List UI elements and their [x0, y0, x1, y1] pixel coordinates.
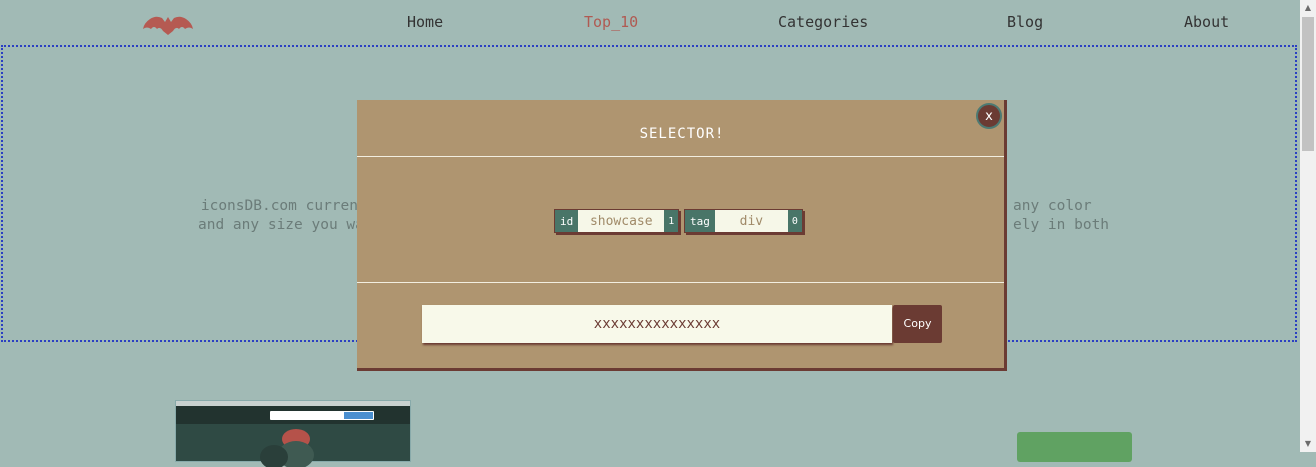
- nav-link-home[interactable]: Home: [407, 13, 443, 31]
- showcase-text-left-line2: and any size you wa: [198, 217, 364, 233]
- divider-top: [357, 156, 1004, 157]
- vertical-scrollbar[interactable]: ▲ ▼: [1300, 0, 1316, 452]
- chip-type-label: id: [555, 210, 579, 232]
- copy-button[interactable]: Copy: [893, 305, 942, 343]
- showcase-text-right-line2: ely in both: [1013, 217, 1110, 233]
- chip-count: 0: [787, 210, 802, 232]
- divider-bottom: [357, 282, 1004, 283]
- scroll-thumb[interactable]: [1302, 17, 1314, 151]
- modal-title: SELECTOR!: [639, 126, 725, 142]
- showcase-text-left-line1: iconsDB.com curren: [200, 198, 358, 214]
- chip-value: showcase: [578, 210, 665, 232]
- selector-chip-tag[interactable]: tag div 0: [684, 209, 803, 233]
- chip-value: div: [714, 210, 788, 232]
- green-action-button[interactable]: [1017, 432, 1132, 462]
- scroll-down-arrow-icon[interactable]: ▼: [1300, 436, 1316, 452]
- selector-chip-id[interactable]: id showcase 1: [554, 209, 680, 233]
- thumbnail-search-button: [344, 412, 373, 419]
- top-nav: Home Top_10 Categories Blog About: [0, 0, 1300, 45]
- showcase-text-right-line1: any color: [1013, 198, 1092, 214]
- thumbnail-figure-icon: [260, 429, 314, 467]
- chip-count: 1: [664, 210, 679, 232]
- showcase-text-left: iconsDB.com curren and any size you wa: [198, 197, 364, 235]
- nav-link-categories[interactable]: Categories: [778, 13, 868, 31]
- showcase-text-right: any color ely in both: [1013, 197, 1109, 235]
- site-thumbnail[interactable]: [175, 400, 411, 467]
- chip-type-label: tag: [685, 210, 715, 232]
- bat-logo-icon[interactable]: [142, 13, 194, 37]
- nav-link-top-10[interactable]: Top_10: [584, 13, 638, 31]
- nav-link-blog[interactable]: Blog: [1007, 13, 1043, 31]
- scroll-up-arrow-icon[interactable]: ▲: [1300, 0, 1316, 16]
- thumbnail-header: [176, 406, 410, 424]
- selector-output-field[interactable]: xxxxxxxxxxxxxxx: [422, 305, 892, 343]
- selector-modal: x SELECTOR! id showcase 1 tag div 0 xxxx…: [357, 100, 1007, 371]
- nav-link-about[interactable]: About: [1184, 13, 1229, 31]
